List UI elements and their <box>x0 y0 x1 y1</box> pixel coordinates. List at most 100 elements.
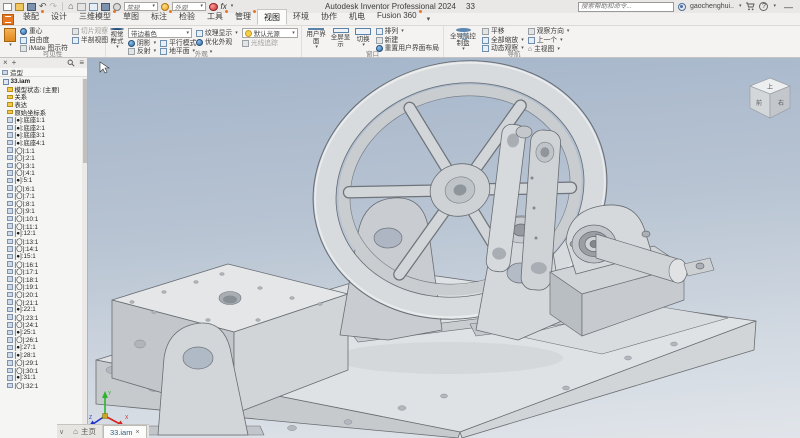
doc-tabs-collapse-chevron[interactable]: ∨ <box>57 428 67 438</box>
tree-component-row[interactable]: [●]:31:1 <box>0 374 82 382</box>
tree-component-row[interactable]: [〇]:4:1 <box>0 169 82 177</box>
shadows-button[interactable]: 阴影▾ <box>128 40 156 47</box>
tree-component-row[interactable]: [〇]:19:1 <box>0 283 82 291</box>
center-of-gravity-button[interactable]: 重心 <box>20 28 68 35</box>
view-cube[interactable]: 上 前 右 <box>746 74 794 126</box>
visual-style-button[interactable]: 视觉样式 ▾ <box>110 28 124 48</box>
look-at-button[interactable]: 观察方向▾ <box>528 28 570 35</box>
tree-component-row[interactable]: [〇]:16:1 <box>0 260 82 268</box>
pan-button[interactable]: 平移 <box>482 28 524 35</box>
tree-component-row[interactable]: [●]:底座3:1 <box>0 131 82 139</box>
degrees-of-freedom-button[interactable]: 自由度 <box>20 37 68 44</box>
help-icon[interactable]: ? <box>759 2 768 11</box>
tree-component-row[interactable]: [●]:15:1 <box>0 253 82 261</box>
tree-component-row[interactable]: [〇]:11:1 <box>0 222 82 230</box>
tree-component-row[interactable]: [〇]:14:1 <box>0 245 82 253</box>
tree-component-row[interactable]: [●]:12:1 <box>0 230 82 238</box>
viewcube-right-label[interactable]: 右 <box>778 99 784 107</box>
minimize-button[interactable]: — <box>784 2 793 12</box>
ribbon-tab[interactable]: 工具 <box>201 9 229 25</box>
switch-windows-button[interactable]: 切换 ▾ <box>355 28 372 48</box>
browser-scrollbar-thumb[interactable] <box>83 79 87 163</box>
ribbon-tab[interactable]: 管理 <box>229 9 257 25</box>
tree-component-row[interactable]: [〇]:30:1 <box>0 367 82 375</box>
tree-component-row[interactable]: [〇]:2:1 <box>0 154 82 162</box>
tree-component-row[interactable]: [〇]:29:1 <box>0 359 82 367</box>
tree-component-row[interactable]: [●]:5:1 <box>0 177 82 185</box>
browser-add-icon[interactable]: + <box>12 59 17 67</box>
tree-folder-row[interactable]: 模型状态: [主要] <box>0 86 82 94</box>
tree-component-row[interactable]: [〇]:7:1 <box>0 192 82 200</box>
ribbon-tab[interactable]: 装配 <box>17 9 45 25</box>
tree-component-row[interactable]: [〇]:9:1 <box>0 207 82 215</box>
file-menu-button[interactable] <box>2 14 14 25</box>
ribbon-tab[interactable]: 机电 <box>343 9 371 25</box>
tree-component-row[interactable]: [●]:底座1:1 <box>0 116 82 124</box>
viewcube-top-label[interactable]: 上 <box>767 83 773 91</box>
previous-view-button[interactable]: 上一个▾ <box>528 37 570 44</box>
ribbon-tab[interactable]: Fusion 360 <box>371 9 423 25</box>
panel-label-appearance[interactable]: 外观▾ <box>106 48 301 57</box>
ray-tracing-button[interactable]: 光线追踪 <box>242 40 298 47</box>
tree-component-row[interactable]: [〇]:20:1 <box>0 291 82 299</box>
refine-appearance-button[interactable]: 优化外观 <box>196 39 238 46</box>
user-interface-button[interactable]: 用户界面 ▾ <box>306 28 326 48</box>
model-canvas[interactable] <box>88 58 800 438</box>
search-input[interactable] <box>581 3 671 10</box>
arrange-button[interactable]: 排列▾ <box>376 28 439 35</box>
viewcube-front-label[interactable]: 前 <box>756 99 762 107</box>
tree-component-row[interactable]: [●]:底座2:1 <box>0 124 82 132</box>
help-search-box[interactable] <box>578 2 674 12</box>
document-tab-active[interactable]: 33.iam × <box>103 425 147 438</box>
tree-component-row[interactable]: [〇]:32:1 <box>0 382 82 390</box>
tree-component-row[interactable]: [〇]:13:1 <box>0 237 82 245</box>
user-menu-caret[interactable]: ▾ <box>739 4 742 9</box>
navigation-wheel-button[interactable]: 全导航控制盘 ▾ <box>448 28 478 48</box>
tree-component-row[interactable]: [〇]:10:1 <box>0 215 82 223</box>
tree-folder-row[interactable]: 原始坐标系 <box>0 108 82 116</box>
tree-component-row[interactable]: [●]:27:1 <box>0 344 82 352</box>
browser-scrollbar[interactable] <box>82 78 87 438</box>
ribbon-tab[interactable]: 设计 <box>45 9 73 25</box>
ribbon-tab[interactable]: 标注 <box>145 9 173 25</box>
tree-component-row[interactable]: [●]:25:1 <box>0 329 82 337</box>
help-menu-caret[interactable]: ▾ <box>773 4 776 9</box>
ribbon-tab[interactable]: 协作 <box>315 9 343 25</box>
ribbon-tab[interactable]: 视图 <box>257 9 287 25</box>
tree-component-row[interactable]: [〇]:21:1 <box>0 298 82 306</box>
new-file-icon[interactable] <box>3 3 12 11</box>
tree-component-row[interactable]: [〇]:18:1 <box>0 275 82 283</box>
home-tab[interactable]: ⌂ 主页 <box>67 425 103 438</box>
tree-component-row[interactable]: [●]:22:1 <box>0 306 82 314</box>
fullscreen-button[interactable]: 全屏显示 <box>330 28 350 48</box>
browser-close-icon[interactable]: × <box>3 59 8 67</box>
tree-component-row[interactable]: [〇]:8:1 <box>0 200 82 208</box>
browser-menu-icon[interactable]: ≡ <box>79 59 84 67</box>
tree-component-row[interactable]: [〇]:3:1 <box>0 162 82 170</box>
visual-style-combo[interactable]: 带边着色 ▾ <box>128 28 192 38</box>
ribbon-options-caret[interactable]: ▾ <box>427 15 431 25</box>
ribbon-tab[interactable]: 检验 <box>173 9 201 25</box>
tree-component-row[interactable]: [〇]:1:1 <box>0 146 82 154</box>
signed-in-user[interactable]: gaochenghui.. <box>690 3 734 10</box>
ribbon-tab[interactable]: 草图 <box>117 9 145 25</box>
doc-tab-close-icon[interactable]: × <box>135 429 139 436</box>
new-window-button[interactable]: 新建 <box>376 37 439 44</box>
lighting-style-combo[interactable]: 默认光源 ▾ <box>242 28 298 38</box>
tree-folder-row[interactable]: 关系 <box>0 93 82 101</box>
object-visibility-button[interactable]: ▾ <box>4 28 16 48</box>
textures-button[interactable]: 纹理显示▾ <box>196 30 238 37</box>
ribbon-tab[interactable]: 环境 <box>287 9 315 25</box>
tree-component-row[interactable]: [〇]:24:1 <box>0 321 82 329</box>
browser-search-icon[interactable] <box>67 59 75 67</box>
tree-assembly-root[interactable]: 33.iam <box>0 78 82 86</box>
tree-folder-row[interactable]: 表达 <box>0 101 82 109</box>
store-cart-icon[interactable] <box>745 2 755 11</box>
tree-component-row[interactable]: [〇]:26:1 <box>0 336 82 344</box>
viewport[interactable]: 上 前 右 X Y Z <box>88 58 800 438</box>
tree-component-row[interactable]: [●]:底座4:1 <box>0 139 82 147</box>
tree-component-row[interactable]: [〇]:17:1 <box>0 268 82 276</box>
ribbon-tab[interactable]: 三维模型 <box>73 9 117 25</box>
tree-component-row[interactable]: [●]:28:1 <box>0 351 82 359</box>
tree-component-row[interactable]: [〇]:6:1 <box>0 184 82 192</box>
